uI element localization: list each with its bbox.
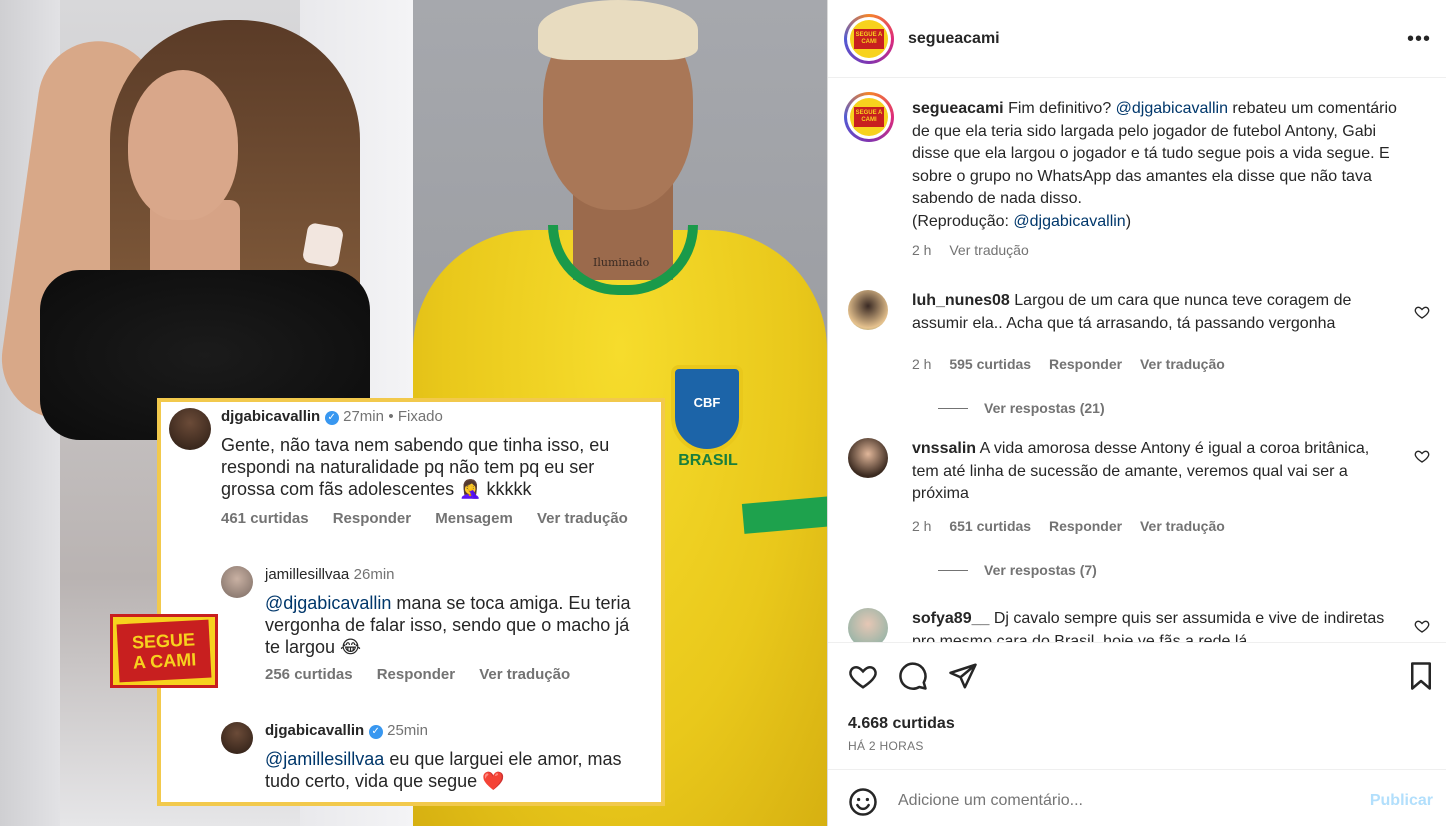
shirt-text: BRASIL [678,452,738,469]
post-header: SEGUE A CAMI segueacami ••• [828,0,1446,78]
comment-likes[interactable]: 651 curtidas [949,518,1031,534]
comment-username[interactable]: vnssalin [912,440,976,457]
like-comment-icon[interactable] [1414,304,1430,320]
verified-icon: ✓ [324,411,339,425]
overlay-time: 26min [353,566,395,583]
overlay-username: djgabicavallin [265,722,365,739]
avatar [221,722,253,754]
save-icon[interactable] [1406,661,1436,691]
overlay-comment-text: @djgabicavallin mana se toca amiga. Eu t… [265,592,635,658]
comments-list[interactable]: luh_nunes08 Largou de um cara que nunca … [828,280,1446,642]
logo-line-2: A CAMI [132,649,197,673]
avatar[interactable] [848,608,888,642]
comment-time[interactable]: 2 h [912,518,931,534]
avatar[interactable] [848,290,888,330]
view-replies-label: Ver respostas (21) [984,400,1105,416]
comment-likes[interactable]: 595 curtidas [949,356,1031,372]
overlay-reply: Responder [332,510,412,527]
cbf-crest: CBF [671,365,743,453]
overlay-time: 25min [387,722,428,739]
caption-mention[interactable]: @djgabicavallin [1013,213,1125,230]
comment-username[interactable]: luh_nunes08 [912,292,1010,309]
more-options-icon[interactable]: ••• [1407,28,1431,51]
share-icon[interactable] [948,661,978,691]
view-replies-button[interactable]: Ver respostas (21) [938,400,1105,416]
avatar [169,408,211,450]
comment-text: A vida amorosa desse Antony é igual a co… [912,440,1370,502]
post-time[interactable]: HÁ 2 HORAS [848,739,924,753]
avatar-logo-text: SEGUE A CAMI [854,107,884,127]
comment-input[interactable] [898,792,1338,810]
publish-button[interactable]: Publicar [1370,792,1433,810]
overlay-username: jamillesillvaa [265,566,350,583]
avatar-logo-text: SEGUE A CAMI [854,29,884,49]
comment-composer: Publicar [828,769,1446,826]
author-username[interactable]: segueacami [908,30,1000,48]
caption-text: Fim definitivo? [1008,100,1116,117]
post-caption: segueacami Fim definitivo? @djgabicavall… [912,98,1412,233]
like-comment-icon[interactable] [1414,618,1430,634]
caption-meta: 2 h Ver tradução [912,242,1043,258]
overlay-reply: Responder [376,666,456,683]
overlay-translate: Ver tradução [479,666,571,683]
verified-icon: ✓ [368,725,383,739]
avatar [221,566,253,598]
view-replies-label: Ver respostas (7) [984,562,1097,578]
overlay-time: 27min [343,408,384,425]
caption-username[interactable]: segueacami [912,100,1004,117]
pinned-label: • Fixado [388,408,443,425]
author-avatar[interactable]: SEGUE A CAMI [844,14,894,64]
avatar[interactable] [848,438,888,478]
like-comment-icon[interactable] [1414,448,1430,464]
tattoo-text: Iluminado [593,256,650,269]
reply-button[interactable]: Responder [1049,518,1122,534]
caption-avatar[interactable]: SEGUE A CAMI [844,92,894,142]
likes-count[interactable]: 4.668 curtidas [848,715,955,733]
post-actions: 4.668 curtidas HÁ 2 HORAS [828,642,1446,766]
overlay-message: Mensagem [435,510,513,527]
post-image[interactable]: Iluminado CBF BRASIL djgabicavallin ✓ 27… [0,0,827,826]
overlay-comment-card: djgabicavallin ✓ 27min • Fixado Gente, n… [157,398,665,806]
view-replies-button[interactable]: Ver respostas (7) [938,562,1097,578]
overlay-comment-text: Gente, não tava nem sabendo que tinha is… [221,435,610,499]
comment-username[interactable]: sofya89__ [912,610,989,627]
segue-a-cami-logo: SEGUE A CAMI [110,614,218,688]
reply-button[interactable]: Responder [1049,356,1122,372]
see-translation-button[interactable]: Ver tradução [1140,518,1225,534]
overlay-translate: Ver tradução [536,510,628,527]
post-sidebar: SEGUE A CAMI segueacami ••• SEGUE A CAMI… [827,0,1446,826]
comment-time[interactable]: 2 h [912,356,931,372]
caption-text: (Reprodução: [912,212,1014,230]
overlay-comment-text: @jamillesillvaa eu que larguei ele amor,… [265,748,645,792]
caption-time[interactable]: 2 h [912,242,931,258]
overlay-mention: @jamillesillvaa [265,749,385,769]
caption-text: ) [1125,212,1132,230]
see-translation-button[interactable]: Ver tradução [949,242,1028,258]
like-icon[interactable] [848,661,878,691]
caption-mention[interactable]: @djgabicavallin [1116,100,1228,117]
overlay-mention: @djgabicavallin [265,593,392,613]
see-translation-button[interactable]: Ver tradução [1140,356,1225,372]
overlay-likes: 256 curtidas [265,666,353,683]
comment-icon[interactable] [898,661,928,691]
emoji-icon[interactable] [848,787,878,817]
overlay-username: djgabicavallin [221,408,321,425]
overlay-likes: 461 curtidas [221,510,309,527]
